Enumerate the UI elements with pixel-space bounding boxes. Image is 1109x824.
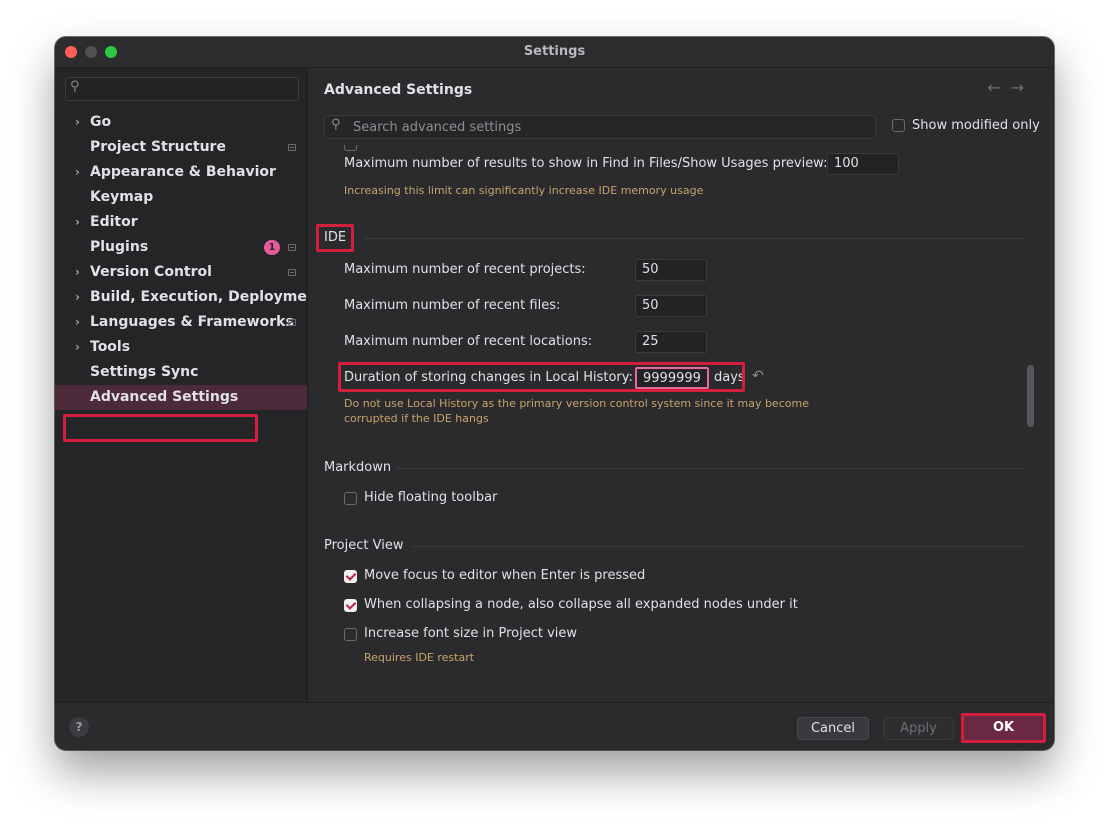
sidebar-item-keymap[interactable]: Keymap bbox=[55, 185, 307, 210]
recent-files-label: Maximum number of recent files: bbox=[344, 298, 561, 313]
recent-projects-input[interactable]: 50 bbox=[635, 259, 707, 281]
partial-checkbox[interactable] bbox=[344, 145, 357, 151]
sidebar-item-settings-sync[interactable]: Settings Sync bbox=[55, 360, 307, 385]
help-icon[interactable]: ? bbox=[69, 717, 89, 737]
plugins-update-badge: 1 bbox=[264, 240, 280, 255]
move-focus-checkbox[interactable] bbox=[344, 570, 357, 583]
sidebar-item-editor[interactable]: › Editor bbox=[55, 210, 307, 235]
window-title: Settings bbox=[523, 44, 586, 59]
settings-content: Advanced Settings ←→ ⚲ Show modified onl… bbox=[308, 68, 1054, 702]
ide-section-divider bbox=[364, 238, 1024, 239]
chevron-right-icon[interactable]: › bbox=[75, 110, 80, 135]
settings-scroll-area[interactable]: Maximum number of results to show in Fin… bbox=[308, 145, 1054, 702]
markdown-section-title: Markdown bbox=[324, 460, 392, 475]
recent-files-input[interactable]: 50 bbox=[635, 295, 707, 317]
advanced-settings-search-input[interactable] bbox=[351, 118, 855, 137]
sidebar-item-go[interactable]: › Go bbox=[55, 110, 307, 135]
project-view-section-title: Project View bbox=[324, 538, 404, 553]
forward-arrow-icon[interactable]: → bbox=[1011, 78, 1034, 97]
sidebar-item-languages-frameworks[interactable]: › Languages & Frameworks bbox=[55, 310, 307, 335]
settings-sidebar: ⚲ › Go Project Structure › Appearance & … bbox=[55, 68, 324, 702]
search-icon: ⚲ bbox=[70, 79, 80, 94]
advanced-settings-search: ⚲ bbox=[324, 115, 876, 139]
find-results-hint: Increasing this limit can significantly … bbox=[344, 184, 704, 197]
page-title: Advanced Settings bbox=[324, 82, 473, 98]
selection-highlight-annotation bbox=[63, 414, 258, 442]
show-modified-only-checkbox[interactable] bbox=[892, 119, 905, 132]
recent-projects-label: Maximum number of recent projects: bbox=[344, 262, 586, 277]
project-level-icon bbox=[288, 269, 296, 276]
ide-highlight-annotation bbox=[316, 224, 354, 252]
project-level-icon bbox=[288, 319, 296, 326]
find-results-input[interactable]: 100 bbox=[827, 153, 899, 175]
settings-nav: › Go Project Structure › Appearance & Be… bbox=[55, 110, 324, 410]
markdown-section-divider bbox=[396, 468, 1024, 469]
title-bar: Settings bbox=[55, 37, 1054, 68]
project-level-icon bbox=[288, 244, 296, 251]
settings-window: Settings ⚲ › Go Project Structure › Appe… bbox=[55, 37, 1054, 750]
local-history-highlight-annotation bbox=[338, 362, 745, 392]
project-level-icon bbox=[288, 144, 296, 151]
cancel-button[interactable]: Cancel bbox=[797, 717, 869, 740]
sidebar-item-build-execution-deployment[interactable]: › Build, Execution, Deployment bbox=[55, 285, 324, 310]
sidebar-search-input[interactable]: ⚲ bbox=[65, 77, 299, 101]
chevron-right-icon[interactable]: › bbox=[75, 285, 80, 310]
sidebar-item-tools[interactable]: › Tools bbox=[55, 335, 307, 360]
apply-button[interactable]: Apply bbox=[883, 717, 954, 740]
vertical-scrollbar[interactable] bbox=[1027, 365, 1034, 427]
chevron-right-icon[interactable]: › bbox=[75, 210, 80, 235]
search-icon: ⚲ bbox=[331, 117, 341, 132]
project-view-section-divider bbox=[412, 546, 1024, 547]
reset-icon[interactable]: ↶ bbox=[752, 368, 764, 384]
dialog-footer: ? Cancel Apply OK bbox=[55, 702, 1054, 750]
local-history-hint-line2: corrupted if the IDE hangs bbox=[344, 412, 489, 425]
recent-locations-input[interactable]: 25 bbox=[635, 331, 707, 353]
ok-button[interactable]: OK bbox=[961, 713, 1046, 743]
sidebar-item-project-structure[interactable]: Project Structure bbox=[55, 135, 307, 160]
increase-font-checkbox[interactable] bbox=[344, 628, 357, 641]
sidebar-item-plugins[interactable]: Plugins 1 bbox=[55, 235, 307, 260]
back-arrow-icon[interactable]: ← bbox=[987, 78, 1010, 97]
chevron-right-icon[interactable]: › bbox=[75, 160, 80, 185]
sidebar-item-version-control[interactable]: › Version Control bbox=[55, 260, 307, 285]
recent-locations-label: Maximum number of recent locations: bbox=[344, 334, 593, 349]
chevron-right-icon[interactable]: › bbox=[75, 310, 80, 335]
hide-floating-toolbar-checkbox[interactable] bbox=[344, 492, 357, 505]
chevron-right-icon[interactable]: › bbox=[75, 335, 80, 360]
chevron-right-icon[interactable]: › bbox=[75, 260, 80, 285]
sidebar-item-appearance-behavior[interactable]: › Appearance & Behavior bbox=[55, 160, 307, 185]
sidebar-item-advanced-settings[interactable]: Advanced Settings bbox=[55, 385, 307, 410]
find-results-label: Maximum number of results to show in Fin… bbox=[344, 156, 828, 171]
history-navigation: ←→ bbox=[987, 78, 1034, 97]
collapse-nodes-checkbox[interactable] bbox=[344, 599, 357, 612]
local-history-hint-line1: Do not use Local History as the primary … bbox=[344, 397, 809, 410]
increase-font-hint: Requires IDE restart bbox=[364, 651, 475, 664]
